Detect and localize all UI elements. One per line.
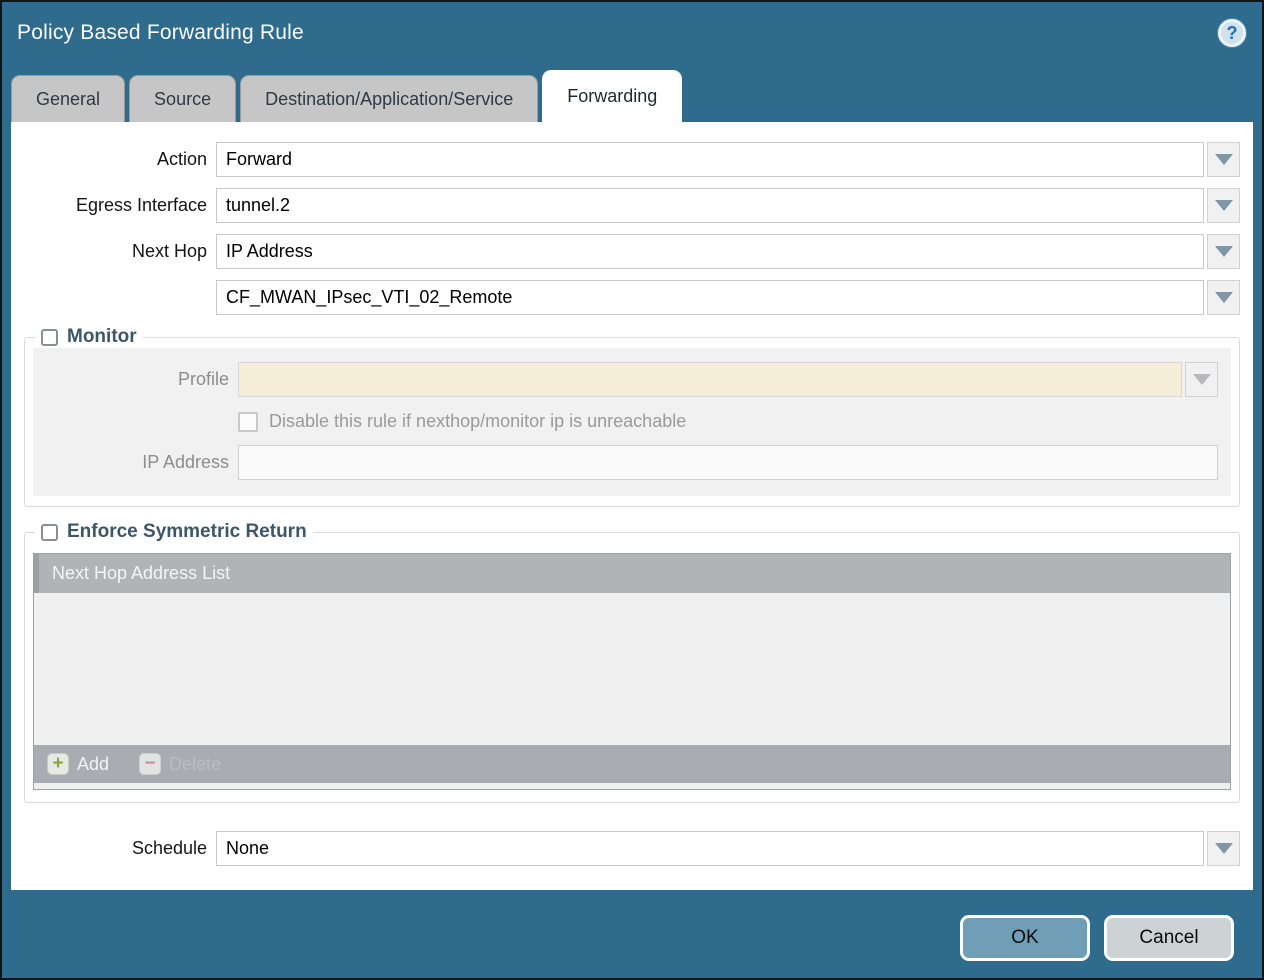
schedule-dropdown-button[interactable] bbox=[1207, 831, 1240, 866]
monitor-body: Profile Disable this rule if nexthop/mon… bbox=[33, 348, 1231, 496]
next-hop-address-input[interactable] bbox=[216, 280, 1204, 315]
action-dropdown-button[interactable] bbox=[1207, 142, 1240, 177]
help-icon[interactable]: ? bbox=[1218, 19, 1246, 47]
chevron-down-icon bbox=[1215, 200, 1233, 211]
add-button-label: Add bbox=[77, 754, 109, 775]
disable-rule-row: Disable this rule if nexthop/monitor ip … bbox=[238, 411, 1218, 432]
ok-button[interactable]: OK bbox=[960, 915, 1090, 961]
plus-icon bbox=[47, 753, 69, 775]
cancel-button[interactable]: Cancel bbox=[1104, 915, 1234, 961]
enforce-symmetric-return-legend-label: Enforce Symmetric Return bbox=[67, 521, 307, 543]
egress-interface-input[interactable] bbox=[216, 188, 1204, 223]
monitor-legend: Monitor bbox=[35, 326, 143, 348]
chevron-down-icon bbox=[1215, 154, 1233, 165]
tab-strip: General Source Destination/Application/S… bbox=[2, 64, 1262, 122]
monitor-section: Monitor Profile Disable this rule if nex… bbox=[24, 326, 1240, 507]
enforce-symmetric-return-checkbox[interactable] bbox=[41, 524, 58, 541]
profile-row: Profile bbox=[33, 362, 1231, 397]
monitor-legend-label: Monitor bbox=[67, 326, 137, 348]
enforce-symmetric-return-legend: Enforce Symmetric Return bbox=[35, 521, 313, 543]
chevron-down-icon bbox=[1193, 374, 1211, 385]
minus-icon bbox=[139, 753, 161, 775]
tab-general[interactable]: General bbox=[11, 75, 125, 122]
tab-source[interactable]: Source bbox=[129, 75, 236, 122]
add-button[interactable]: Add bbox=[47, 753, 109, 775]
next-hop-row: Next Hop bbox=[11, 234, 1253, 269]
dialog-footer: OK Cancel bbox=[2, 890, 1262, 978]
next-hop-address-list-header[interactable]: Next Hop Address List bbox=[34, 554, 1230, 593]
table-bottom-strip bbox=[34, 783, 1230, 789]
chevron-down-icon bbox=[1215, 843, 1233, 854]
dialog-title: Policy Based Forwarding Rule bbox=[17, 21, 304, 45]
next-hop-address-list-table: Next Hop Address List Add Delete bbox=[33, 553, 1231, 790]
next-hop-dropdown-button[interactable] bbox=[1207, 234, 1240, 269]
next-hop-label: Next Hop bbox=[24, 241, 216, 262]
titlebar: Policy Based Forwarding Rule ? bbox=[2, 2, 1262, 64]
monitor-ip-address-input bbox=[238, 445, 1218, 480]
next-hop-address-row bbox=[11, 280, 1253, 315]
monitor-ip-address-label: IP Address bbox=[46, 452, 238, 473]
schedule-label: Schedule bbox=[24, 838, 216, 859]
profile-label: Profile bbox=[46, 369, 238, 390]
egress-interface-row: Egress Interface bbox=[11, 188, 1253, 223]
profile-dropdown-button bbox=[1185, 362, 1218, 397]
egress-interface-dropdown-button[interactable] bbox=[1207, 188, 1240, 223]
egress-interface-label: Egress Interface bbox=[24, 195, 216, 216]
monitor-checkbox[interactable] bbox=[41, 329, 58, 346]
monitor-ip-address-row: IP Address bbox=[33, 445, 1231, 480]
chevron-down-icon bbox=[1215, 292, 1233, 303]
schedule-row: Schedule bbox=[11, 831, 1253, 866]
delete-button-label: Delete bbox=[169, 754, 221, 775]
disable-rule-checkbox bbox=[238, 412, 258, 432]
disable-rule-label: Disable this rule if nexthop/monitor ip … bbox=[269, 411, 686, 432]
table-toolbar: Add Delete bbox=[34, 745, 1230, 783]
pbf-rule-dialog: Policy Based Forwarding Rule ? General S… bbox=[0, 0, 1264, 980]
enforce-symmetric-return-section: Enforce Symmetric Return Next Hop Addres… bbox=[24, 521, 1240, 803]
next-hop-address-list-body[interactable] bbox=[34, 593, 1230, 745]
schedule-input[interactable] bbox=[216, 831, 1204, 866]
action-input[interactable] bbox=[216, 142, 1204, 177]
next-hop-type-input[interactable] bbox=[216, 234, 1204, 269]
delete-button: Delete bbox=[139, 753, 221, 775]
action-row: Action bbox=[11, 142, 1253, 177]
profile-input bbox=[238, 362, 1182, 397]
tab-forwarding[interactable]: Forwarding bbox=[542, 70, 682, 122]
chevron-down-icon bbox=[1215, 246, 1233, 257]
next-hop-address-dropdown-button[interactable] bbox=[1207, 280, 1240, 315]
action-label: Action bbox=[24, 149, 216, 170]
forwarding-tab-panel: Action Egress Interface Next Hop Monitor bbox=[11, 122, 1253, 890]
tab-destination-application-service[interactable]: Destination/Application/Service bbox=[240, 75, 538, 122]
